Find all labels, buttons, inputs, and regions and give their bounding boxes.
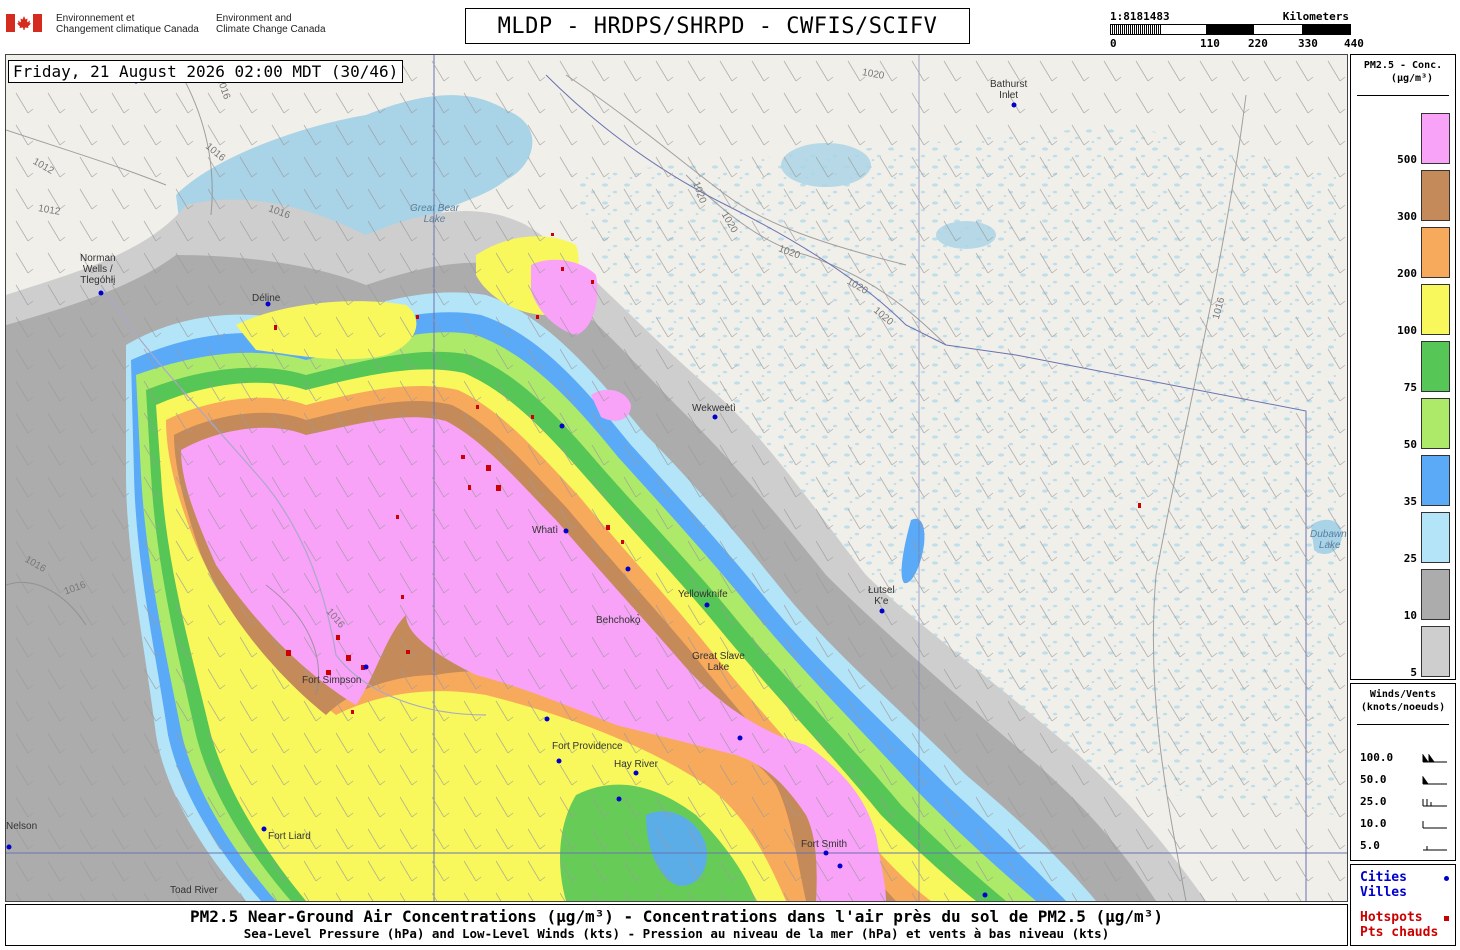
label-fort-simpson: Fort Simpson: [302, 675, 362, 686]
legend-level-label: 35: [1403, 495, 1417, 508]
legend-swatch-200: [1421, 227, 1450, 278]
label-hay-river: Hay River: [614, 759, 658, 770]
winds-divider: [1357, 724, 1449, 725]
label-lutselke: Łutsel K'e: [868, 585, 895, 607]
label-toad-river: Toad River: [170, 885, 218, 896]
symbols-legend: Cities Villes Hotspots Pts chauds: [1350, 864, 1456, 946]
map-caption: PM2.5 Near-Ground Air Concentrations (µg…: [5, 904, 1348, 946]
wind-speed-100: 100.0: [1360, 751, 1394, 764]
legend-swatch-100: [1421, 284, 1450, 335]
concentration-legend: PM2.5 - Conc. (µg/m³) 500 300 200 100 75 50 35 2…: [1350, 54, 1456, 680]
scale-unit: Kilometers: [1282, 10, 1349, 23]
label-whati: Whatì: [532, 525, 559, 536]
label-deline: Déline: [252, 293, 281, 304]
forecast-timestamp: Friday, 21 August 2026 02:00 MDT (30/46): [8, 60, 404, 83]
label-behchoko: Behchokǫ̀: [596, 615, 641, 626]
label-fort-liard: Fort Liard: [268, 831, 311, 842]
hotspot-square-icon: [1444, 916, 1449, 921]
city-dot-icon: [1444, 876, 1449, 881]
legend-level-label: 10: [1403, 609, 1417, 622]
label-dubawnt-lake: Dubawnt Lake: [1310, 529, 1348, 551]
gov-name-english: Environment and Climate Change Canada: [216, 13, 326, 35]
caption-line-2: Sea-Level Pressure (hPa) and Low-Level W…: [243, 926, 1110, 941]
winds-legend: Winds/Vents (knots/noeuds) 100.0 50.0 25.…: [1350, 683, 1456, 861]
wind-barb-50-icon: [1422, 776, 1447, 785]
legend-divider: [1357, 95, 1449, 96]
legend-swatch-75: [1421, 341, 1450, 392]
scale-tick-220: 220: [1248, 37, 1268, 50]
map-panel[interactable]: Norman Wells / Tlegóhłį Déline Bathurst Inl…: [5, 54, 1348, 902]
legend-cities: Cities: [1360, 870, 1407, 885]
label-yellowknife: Yellowknife: [678, 589, 728, 600]
map-canvas[interactable]: [6, 55, 1347, 901]
label-norman-wells: Norman Wells / Tlegóhłį: [80, 253, 116, 286]
wind-barb-25-icon: [1422, 799, 1447, 807]
legend-swatch-25: [1421, 512, 1450, 563]
scale-tick-330: 330: [1298, 37, 1318, 50]
legend-level-label: 75: [1403, 381, 1417, 394]
scale-bar: 1:8181483 Kilometers 0 110 220 330 440: [1108, 8, 1364, 50]
caption-line-1: PM2.5 Near-Ground Air Concentrations (µg…: [190, 907, 1163, 926]
legend-level-label: 25: [1403, 552, 1417, 565]
canada-flag-icon: [6, 14, 42, 32]
legend-level-label: 5: [1410, 666, 1417, 679]
label-bathurst-inlet: Bathurst Inlet: [990, 79, 1028, 101]
legend-title: PM2.5 - Conc. (µg/m³): [1363, 60, 1443, 84]
legend-villes: Villes: [1360, 885, 1407, 900]
legend-level-label: 500: [1397, 153, 1417, 166]
label-great-bear-lake: Great Bear Lake: [410, 203, 459, 225]
page-title: MLDP - HRDPS/SHRPD - CWFIS/SCIFV: [465, 8, 970, 44]
wind-barb-10-icon: [1422, 821, 1447, 829]
legend-swatch-50: [1421, 398, 1450, 449]
scale-tick-0: 0: [1110, 37, 1117, 50]
legend-swatch-35: [1421, 455, 1450, 506]
scale-ruler: [1110, 24, 1351, 35]
legend-level-label: 100: [1397, 324, 1417, 337]
label-fort-providence: Fort Providence: [552, 741, 623, 752]
scale-ratio: 1:8181483: [1110, 10, 1170, 23]
legend-swatch-500: [1421, 113, 1450, 164]
legend-level-label: 200: [1397, 267, 1417, 280]
legend-swatch-300: [1421, 170, 1450, 221]
label-wekweeti: Wekweètì: [692, 403, 736, 414]
gov-name-french: Environnement et Changement climatique Ca…: [56, 13, 199, 35]
scale-tick-440: 440: [1344, 37, 1364, 50]
wind-speed-25: 25.0: [1360, 795, 1387, 808]
legend-level-label: 300: [1397, 210, 1417, 223]
wind-barbs-field: [6, 55, 1347, 901]
scale-tick-110: 110: [1200, 37, 1220, 50]
winds-legend-title: Winds/Vents (knots/noeuds): [1360, 689, 1446, 713]
label-fort-smith: Fort Smith: [801, 839, 848, 850]
wind-speed-5: 5.0: [1360, 839, 1380, 852]
legend-level-label: 50: [1403, 438, 1417, 451]
legend-swatch-10: [1421, 569, 1450, 620]
legend-pts-chauds: Pts chauds: [1360, 925, 1439, 940]
wind-speed-10: 10.0: [1360, 817, 1387, 830]
wind-barb-100-icon: [1422, 754, 1447, 763]
wind-barb-5-icon: [1423, 846, 1447, 851]
legend-hotspots: Hotspots: [1360, 910, 1423, 925]
legend-swatch-5: [1421, 626, 1450, 677]
label-great-slave-lake: Great Slave Lake: [692, 651, 745, 673]
government-signature: Environnement et Changement climatique Ca…: [6, 10, 336, 42]
wind-speed-50: 50.0: [1360, 773, 1387, 786]
label-nelson: Nelson: [6, 821, 38, 832]
